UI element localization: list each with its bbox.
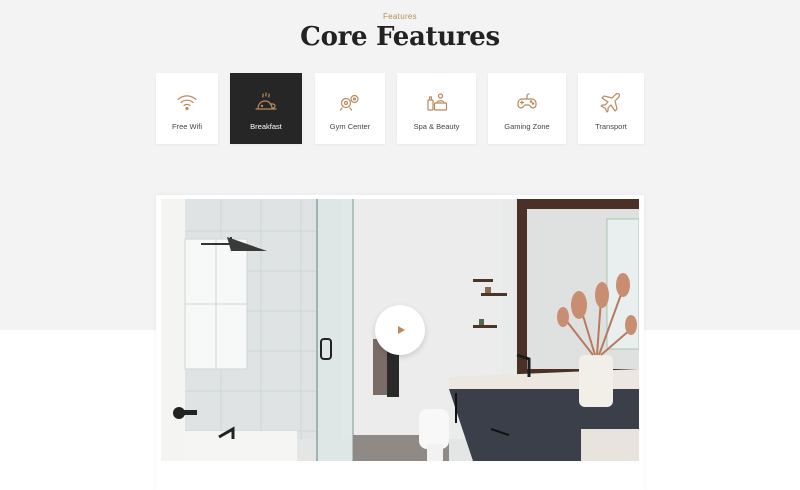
feature-card-breakfast[interactable]: Breakfast <box>230 73 302 144</box>
gym-icon <box>338 90 362 114</box>
play-button[interactable] <box>375 305 425 355</box>
feature-card-gym-center[interactable]: Gym Center <box>315 73 385 144</box>
feature-label: Spa & Beauty <box>413 122 460 131</box>
section-title: Core Features <box>300 22 500 52</box>
play-icon <box>398 326 405 334</box>
breakfast-icon <box>254 90 278 114</box>
feature-card-transport[interactable]: Transport <box>578 73 644 144</box>
feature-label: Breakfast <box>250 122 282 131</box>
wifi-icon <box>175 90 199 114</box>
feature-label: Transport <box>595 122 627 131</box>
feature-label: Gym Center <box>329 122 371 131</box>
feature-card-free-wifi[interactable]: Free Wifi <box>156 73 218 144</box>
feature-card-spa-beauty[interactable]: Spa & Beauty <box>397 73 476 144</box>
airplane-icon <box>599 90 623 114</box>
feature-label: Gaming Zone <box>504 122 550 131</box>
feature-label: Free Wifi <box>172 122 202 131</box>
section-eyebrow: Features <box>383 12 417 21</box>
feature-cards: Free Wifi Breakfast Gym Center Spa & Bea… <box>0 73 800 144</box>
video-thumbnail[interactable] <box>161 199 639 461</box>
gamepad-icon <box>515 90 539 114</box>
feature-card-gaming-zone[interactable]: Gaming Zone <box>488 73 566 144</box>
spa-icon <box>425 90 449 114</box>
